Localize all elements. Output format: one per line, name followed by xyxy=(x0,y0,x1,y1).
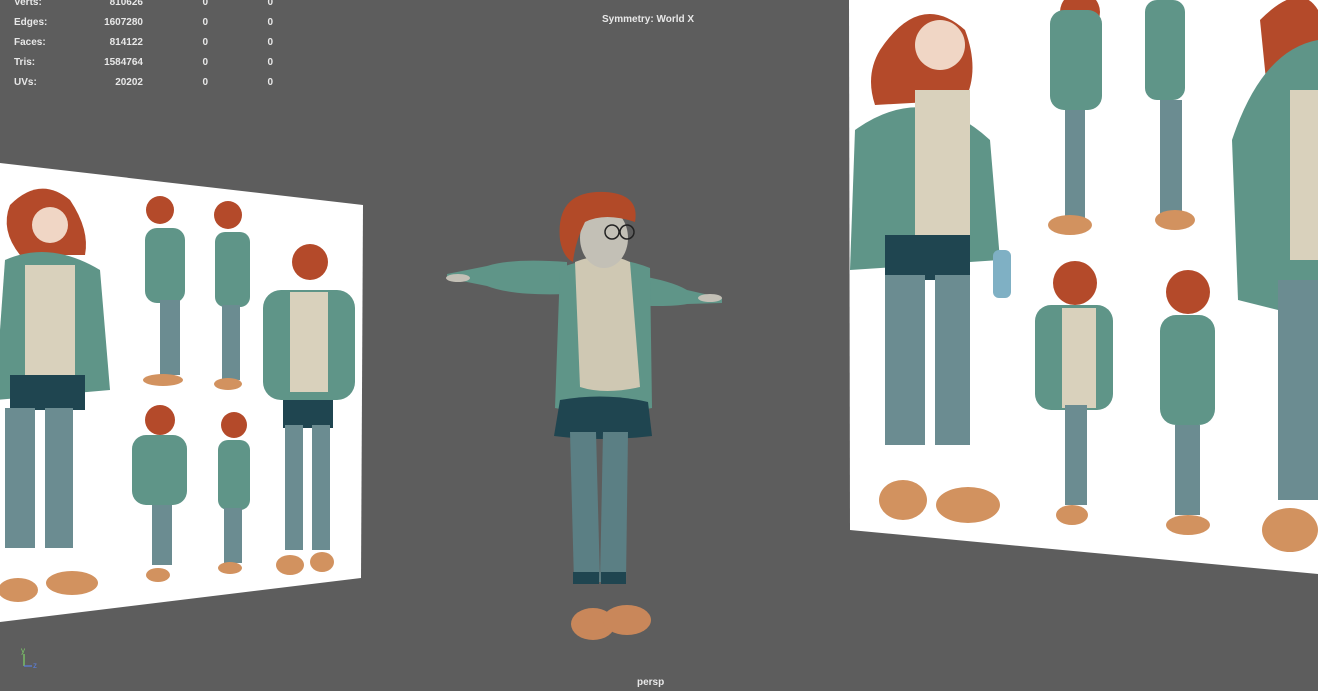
character-model-tpose[interactable] xyxy=(446,191,722,640)
poly-count-hud: Verts: 810626 0 0 Edges: 1607280 0 0 Fac… xyxy=(14,0,274,93)
hud-row-uvs: UVs: 20202 0 0 xyxy=(14,73,274,93)
axis-z-label: z xyxy=(33,661,37,670)
right-reference-plane[interactable] xyxy=(849,0,1318,574)
axis-y-label: y xyxy=(21,646,25,655)
symmetry-status: Symmetry: World X xyxy=(602,14,695,25)
hud-value-selected: 0 xyxy=(202,57,208,68)
camera-name-label: persp xyxy=(637,677,665,688)
hud-value-total: 20202 xyxy=(115,77,143,88)
hud-label: Tris: xyxy=(14,57,36,68)
viewport-scene xyxy=(0,0,1318,640)
hud-value-total: 1607280 xyxy=(104,17,143,28)
hud-value-component: 0 xyxy=(267,77,273,88)
hud-row-edges: Edges: 1607280 0 0 xyxy=(14,13,274,33)
left-reference-plane[interactable] xyxy=(0,163,363,622)
maya-viewport[interactable]: Verts: 810626 0 0 Edges: 1607280 0 0 Fac… xyxy=(0,0,1318,691)
hud-row-faces: Faces: 814122 0 0 xyxy=(14,33,274,53)
hud-label: Verts: xyxy=(14,0,42,8)
hud-value-component: 0 xyxy=(267,0,273,8)
hud-value-total: 810626 xyxy=(109,0,143,8)
hud-value-component: 0 xyxy=(267,57,273,68)
hud-value-component: 0 xyxy=(267,17,273,28)
hud-value-selected: 0 xyxy=(202,37,208,48)
hud-value-selected: 0 xyxy=(202,17,208,28)
hud-value-total: 814122 xyxy=(109,37,143,48)
hud-value-component: 0 xyxy=(267,37,273,48)
hud-row-verts: Verts: 810626 0 0 xyxy=(14,0,274,13)
hud-label: Edges: xyxy=(14,17,48,28)
hud-label: UVs: xyxy=(14,77,37,88)
axis-gizmo-icon: y z xyxy=(21,646,37,670)
hud-row-tris: Tris: 1584764 0 0 xyxy=(14,53,274,73)
hud-label: Faces: xyxy=(14,37,46,48)
hud-value-selected: 0 xyxy=(202,0,208,8)
hud-value-selected: 0 xyxy=(202,77,208,88)
hud-value-total: 1584764 xyxy=(104,57,143,68)
